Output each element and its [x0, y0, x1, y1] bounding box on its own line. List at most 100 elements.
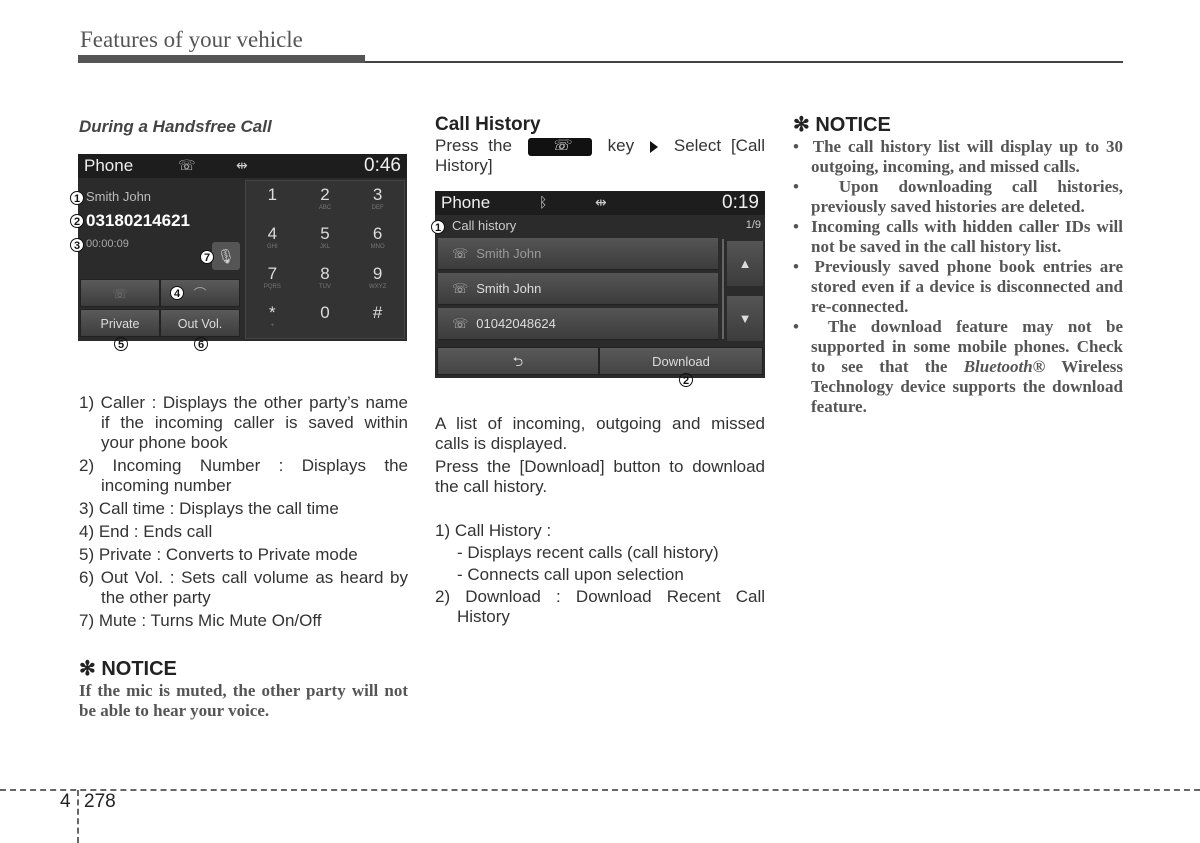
page-number: 278 [84, 791, 116, 812]
incoming-call-icon: ☏ [452, 281, 469, 296]
call-time: 00:00:09 [86, 238, 129, 250]
marker-1: 1 [431, 220, 445, 234]
phone-icon: ☏ [178, 157, 196, 173]
back-icon: ⮌ [512, 354, 524, 369]
incoming-number: 03180214621 [86, 211, 191, 230]
mic-icon: 🎙 [217, 248, 235, 264]
keypad-key[interactable]: 3 DEF [351, 181, 404, 220]
notice-heading: ✻ NOTICE [79, 658, 177, 680]
paragraph: A list of incoming, outgoing and missed … [435, 414, 765, 453]
status-bar: Phone ᛒ ⇹ 0:19 [435, 191, 765, 215]
column-handsfree: During a Handsfree Call [79, 112, 408, 137]
row-label: Smith John [476, 246, 542, 261]
paragraph: Press the [Download] button to download … [435, 457, 765, 496]
marker-2: 2 [679, 373, 693, 387]
page-indicator: 1/9 [745, 219, 761, 231]
keypad-key[interactable]: # [351, 299, 404, 338]
back-button[interactable]: ⮌ [437, 347, 599, 375]
notice-bullet: • Incoming calls with hidden caller IDs … [793, 217, 1123, 256]
key-digit: 6 [372, 224, 383, 244]
call-history-row[interactable]: ☏ Smith John [438, 273, 718, 305]
call-history-row[interactable]: ☏ 01042048624 [438, 308, 718, 340]
notice-bullet: • The call history list will display up … [793, 137, 1124, 176]
key-digit: 7 [267, 263, 278, 283]
key-digit: 1 [267, 185, 278, 204]
keypad-key[interactable]: 4 GHI [246, 220, 299, 259]
header-rule-thin [365, 61, 1123, 63]
usb-icon: ⇹ [595, 194, 607, 210]
row-label: Smith John [476, 281, 542, 296]
handsfree-call-screen: Phone ☏ ⇹ 0:46 Smith John 03180214621 00… [78, 154, 407, 341]
notice-bullet: • Upon downloading call histories, previ… [793, 177, 1123, 216]
notice-heading: ✻ NOTICE [793, 114, 891, 136]
legend-sub-item: - Connects call upon selection [457, 565, 684, 584]
key-letters: JKL [319, 244, 331, 251]
legend-item: 5) Private : Converts to Private mode [79, 545, 358, 564]
clock: 0:19 [722, 192, 759, 213]
accept-call-button[interactable]: ☏ [80, 279, 160, 307]
key-letters: TUV [318, 283, 331, 290]
marker-6: 6 [194, 337, 208, 351]
page-header-title: Features of your vehicle [80, 27, 303, 52]
keypad-key[interactable]: 1 [246, 181, 299, 220]
scroll-down-button[interactable]: ▼ [727, 296, 763, 341]
key-letters: GHI [266, 244, 278, 251]
key-digit: 2 [320, 185, 330, 204]
instruction: Press the ☏ key Select [Call History] [435, 136, 765, 176]
call-history-screen: Phone ᛒ ⇹ 0:19 Call history 1/9 ☏ Smith J… [435, 191, 765, 378]
column-notice: ✻ NOTICE • The call history list will di… [793, 112, 1123, 417]
header-rule-thick [78, 55, 365, 63]
scroll-up-button[interactable]: ▲ [727, 241, 763, 286]
keypad-key[interactable]: * + [246, 299, 299, 338]
section-subtitle: During a Handsfree Call [79, 117, 272, 136]
handsfree-legend: 1) Caller : Displays the other party’s n… [79, 393, 408, 721]
notice-text: If the mic is muted, the other party wil… [79, 681, 408, 720]
keypad-key[interactable]: 7 PQRS [246, 260, 299, 299]
footer-divider [77, 790, 79, 843]
legend-item: 7) Mute : Turns Mic Mute On/Off [79, 611, 322, 630]
download-button[interactable]: Download [599, 347, 763, 375]
scrollbar[interactable] [722, 239, 724, 339]
column-call-history: Call History Press the ☏ key Select [Cal… [435, 112, 765, 176]
row-label: 01042048624 [476, 316, 556, 331]
keypad-key[interactable]: 5 JKL [299, 220, 352, 259]
legend-item: 3) Call time : Displays the call time [79, 499, 339, 518]
key-letters: ABC [318, 205, 332, 211]
legend-item: 6) Out Vol. : Sets call volume as heard … [79, 568, 408, 607]
outgoing-call-icon: ☏ [452, 316, 469, 331]
section-title: Call History [435, 114, 541, 135]
key-digit: 5 [320, 224, 330, 244]
key-letters: PQRS [263, 283, 281, 290]
instruction-text: key [607, 136, 635, 155]
keypad-key[interactable]: 2 ABC [299, 181, 352, 220]
keypad-key[interactable]: 6 MNO [351, 220, 404, 259]
call-history-row[interactable]: ☏ Smith John [438, 238, 718, 270]
caller-name: Smith John [86, 189, 152, 204]
key-digit: * [269, 302, 276, 322]
arrow-right-icon [650, 140, 658, 153]
keypad-key[interactable]: 8 TUV [299, 260, 352, 299]
legend-item: 1) Caller : Displays the other party’s n… [79, 393, 408, 452]
call-history-text: A list of incoming, outgoing and missed … [435, 414, 765, 630]
legend-item: 4) End : Ends call [79, 522, 213, 541]
screen-title: Phone [84, 156, 134, 175]
mute-button[interactable]: 🎙 [212, 242, 240, 270]
footer-rule [0, 789, 1200, 791]
keypad-key[interactable]: 9 WXYZ [351, 260, 404, 299]
private-button[interactable]: Private [80, 309, 160, 337]
phone-icon: ☏ [112, 287, 128, 301]
key-digit: # [372, 302, 383, 322]
keypad-key[interactable]: 0 [299, 299, 352, 338]
marker-5: 5 [114, 337, 128, 351]
legend-item: 2) Incoming Number : Displays the incomi… [79, 456, 408, 495]
marker-3: 3 [70, 238, 84, 252]
marker-4: 4 [170, 286, 184, 300]
key-letters: DEF [371, 205, 384, 211]
out-vol-button[interactable]: Out Vol. [160, 309, 240, 337]
instruction-text: Press the [435, 136, 512, 155]
key-digit: 9 [372, 263, 383, 283]
legend-item: 1) Call History : [435, 521, 552, 540]
key-digit: 8 [320, 263, 330, 283]
marker-1: 1 [70, 191, 84, 205]
key-letters: WXYZ [368, 283, 387, 290]
